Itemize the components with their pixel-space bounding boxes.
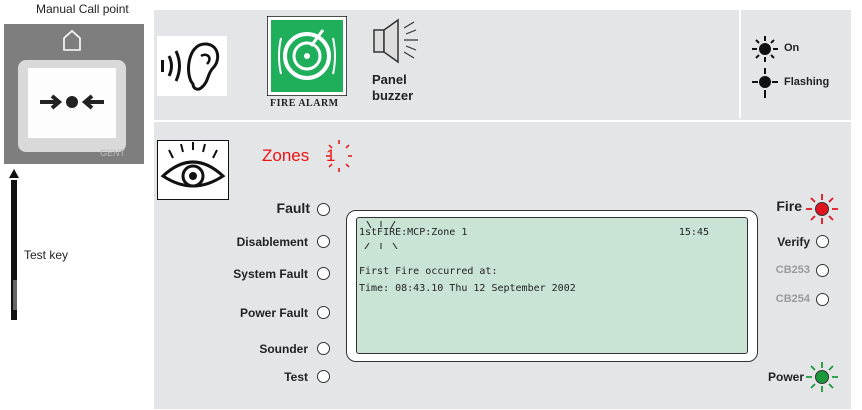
verify-lamp xyxy=(816,235,829,248)
sounder-label: Sounder xyxy=(259,342,308,356)
power-lamp-flashing-icon xyxy=(806,362,838,392)
fire-lamp-flashing-icon xyxy=(806,194,838,224)
cb254-label: CB254 xyxy=(775,293,810,305)
fault-lamp xyxy=(317,203,330,216)
system-fault-label: System Fault xyxy=(233,267,308,281)
top-indicator-bar xyxy=(154,10,851,122)
disablement-lamp xyxy=(317,235,330,248)
lcd-line-4: Time: 08:43.10 Thu 12 September 2002 xyxy=(359,283,576,294)
fault-label: Fault xyxy=(276,200,310,216)
cb253-lamp xyxy=(816,264,829,277)
fire-alarm-label: FIRE ALARM xyxy=(270,98,339,109)
lcd-line-1-right: 15:45 xyxy=(678,227,709,238)
lcd-display: 1stFIRE:MCP:Zone 1 15:45 First Fire occu… xyxy=(356,217,748,354)
lcd-line-3: First Fire occurred at: xyxy=(359,266,498,277)
test-lamp xyxy=(317,370,330,383)
disablement-label: Disablement xyxy=(236,235,308,249)
panel-buzzer-icon xyxy=(372,18,422,66)
panel-buzzer-label: Panel buzzer xyxy=(372,72,414,103)
verify-label: Verify xyxy=(777,235,810,249)
power-label: Power xyxy=(767,370,804,384)
zones-flash-icon xyxy=(324,140,354,172)
legend-flashing-label: Flashing xyxy=(784,76,830,88)
fire-label: Fire xyxy=(776,198,802,214)
eye-icon xyxy=(156,139,230,201)
cb254-lamp xyxy=(816,293,829,306)
legend-on-lamp-icon xyxy=(752,36,778,62)
test-label: Test xyxy=(284,370,308,384)
power-fault-lamp xyxy=(317,306,330,319)
system-fault-lamp xyxy=(317,267,330,280)
lcd-line-1-left: 1stFIRE:MCP:Zone 1 xyxy=(359,227,468,238)
test-key-label: Test key xyxy=(24,248,69,262)
legend-divider xyxy=(739,10,741,118)
cb253-label: CB253 xyxy=(775,264,810,276)
sounder-lamp xyxy=(317,342,330,355)
manual-call-point-image: GENT xyxy=(4,24,144,164)
legend-on-label: On xyxy=(784,42,800,54)
zones-label: Zones xyxy=(262,146,310,165)
legend-flashing-lamp-icon xyxy=(752,68,778,98)
power-fault-label: Power Fault xyxy=(239,306,308,320)
callpoint-brand: GENT xyxy=(100,148,126,158)
ear-sound-icon xyxy=(157,36,227,96)
callpoint-title: Manual Call point xyxy=(36,2,129,16)
fire-alarm-icon xyxy=(266,15,348,97)
test-key-icon xyxy=(8,168,20,326)
